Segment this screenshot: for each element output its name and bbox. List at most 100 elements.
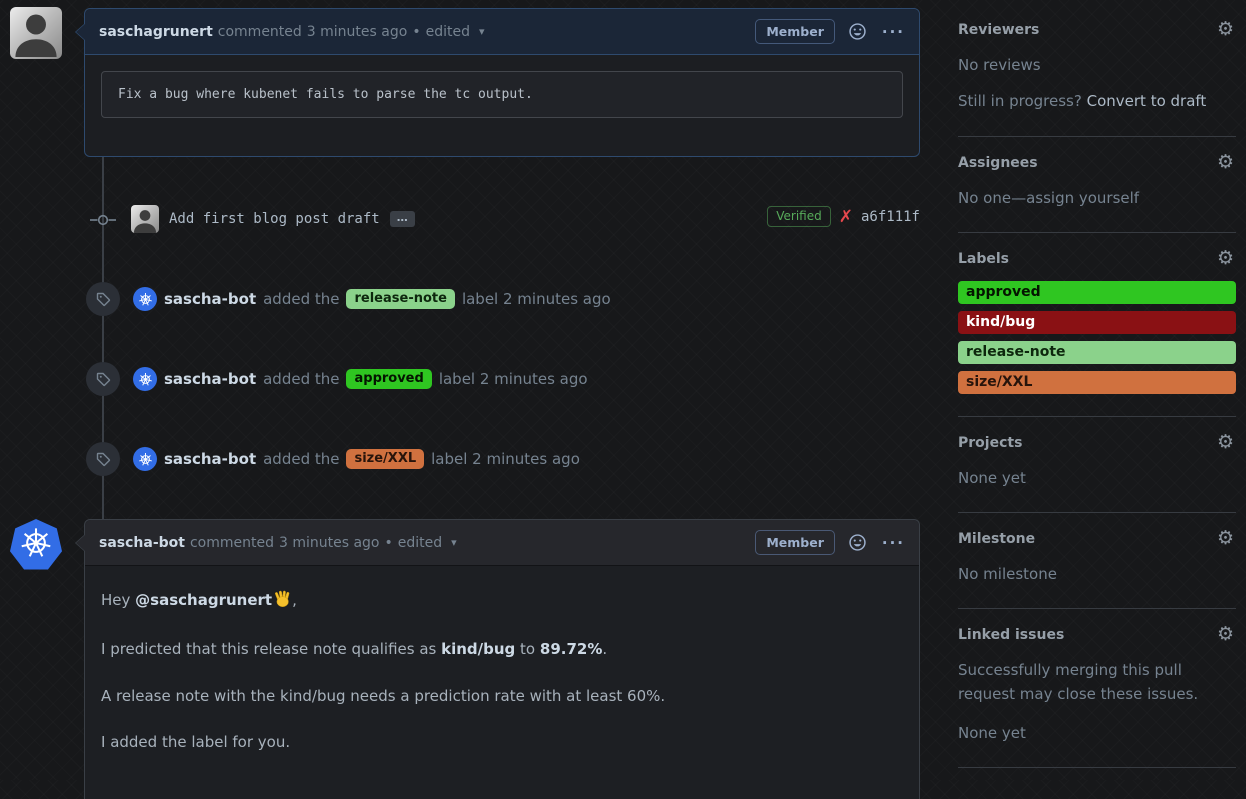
prediction-paragraph: I predicted that this release note quali… bbox=[101, 639, 903, 659]
comment-body: Fix a bug where kubenet fails to parse t… bbox=[85, 55, 919, 134]
labels-title: Labels bbox=[958, 251, 1236, 267]
label-chip-kind-bug[interactable]: kind/bug bbox=[958, 311, 1236, 334]
commit-status-group: Verified ✗ a6f111f bbox=[767, 206, 920, 227]
event-actor-link[interactable]: sascha-bot bbox=[164, 370, 256, 388]
status-failed-x-icon[interactable]: ✗ bbox=[839, 207, 853, 227]
tag-icon bbox=[86, 362, 120, 396]
bot-avatar[interactable] bbox=[133, 447, 157, 471]
convert-to-draft-link[interactable]: Convert to draft bbox=[1087, 92, 1207, 110]
commit-event: Add first blog post draft … Verified ✗ a… bbox=[0, 202, 920, 236]
emoji-reaction-button[interactable] bbox=[849, 534, 866, 551]
pull-request-page: { "icons": { "gear": "⚙", "kebab": "···"… bbox=[0, 0, 1246, 780]
text: I predicted that this release note quali… bbox=[101, 640, 441, 658]
comment-author-link[interactable]: sascha-bot bbox=[99, 535, 185, 551]
text: , bbox=[292, 591, 297, 609]
event-text: added the bbox=[263, 370, 339, 388]
labels-section: Labels ⚙ approved kind/bug release-note … bbox=[958, 233, 1236, 417]
label-event: sascha-bot added the size/XXL label 2 mi… bbox=[0, 441, 920, 477]
commit-sha-link[interactable]: a6f111f bbox=[861, 209, 920, 225]
verified-badge[interactable]: Verified bbox=[767, 206, 831, 227]
commit-author-avatar[interactable] bbox=[131, 205, 159, 233]
draft-hint: Still in progress? Convert to draft bbox=[958, 90, 1236, 113]
bot-comment: sascha-bot commented 3 minutes ago • edi… bbox=[84, 519, 920, 799]
reviewers-title: Reviewers bbox=[958, 22, 1236, 38]
git-commit-icon bbox=[90, 212, 116, 231]
text: Still in progress? bbox=[958, 92, 1087, 110]
kebab-menu-icon[interactable]: ··· bbox=[882, 23, 905, 41]
commit-main: Add first blog post draft … bbox=[131, 205, 415, 233]
comment-timestamp[interactable]: 3 minutes ago bbox=[307, 24, 408, 40]
assignees-title: Assignees bbox=[958, 155, 1236, 171]
event-text: added the bbox=[263, 290, 339, 308]
kubernetes-wheel-icon bbox=[19, 526, 53, 564]
label-badge[interactable]: size/XXL bbox=[346, 449, 424, 469]
event-actor-link[interactable]: sascha-bot bbox=[164, 290, 256, 308]
no-reviews-text: No reviews bbox=[958, 54, 1236, 77]
gear-icon[interactable]: ⚙ bbox=[1217, 527, 1234, 549]
member-badge: Member bbox=[755, 530, 835, 555]
milestone-empty-text: No milestone bbox=[958, 563, 1236, 586]
member-badge: Member bbox=[755, 19, 835, 44]
threshold-paragraph: A release note with the kind/bug needs a… bbox=[101, 686, 903, 706]
bot-avatar[interactable] bbox=[133, 287, 157, 311]
event-text: label 2 minutes ago bbox=[431, 450, 580, 468]
label-badge[interactable]: approved bbox=[346, 369, 431, 389]
bot-author-avatar[interactable] bbox=[10, 519, 62, 571]
text: Hey bbox=[101, 591, 135, 609]
event-line: sascha-bot added the release-note label … bbox=[133, 282, 611, 316]
commit-message-link[interactable]: Add first blog post draft bbox=[169, 211, 380, 227]
waving-hand-icon bbox=[274, 590, 292, 613]
assignees-empty-text[interactable]: No one—assign yourself bbox=[958, 187, 1236, 210]
label-chip-release-note[interactable]: release-note bbox=[958, 341, 1236, 364]
projects-section: Projects ⚙ None yet bbox=[958, 417, 1236, 513]
greeting-paragraph: Hey @saschagrunert, bbox=[101, 590, 903, 613]
chevron-down-icon[interactable]: ▾ bbox=[479, 25, 485, 38]
chevron-down-icon[interactable]: ▾ bbox=[451, 536, 457, 549]
sidebar: Reviewers ⚙ No reviews Still in progress… bbox=[958, 0, 1236, 768]
comment-timestamp[interactable]: 3 minutes ago bbox=[279, 535, 380, 551]
kebab-menu-icon[interactable]: ··· bbox=[882, 534, 905, 552]
comment-header: saschagrunert commented 3 minutes ago • … bbox=[85, 9, 919, 55]
event-line: sascha-bot added the approved label 2 mi… bbox=[133, 362, 588, 396]
comment-body: Hey @saschagrunert, I predicted that thi… bbox=[85, 566, 919, 752]
pr-description-comment: saschagrunert commented 3 minutes ago • … bbox=[84, 8, 920, 157]
dot-separator: • bbox=[385, 535, 393, 551]
code-block: Fix a bug where kubenet fails to parse t… bbox=[101, 71, 903, 118]
gear-icon[interactable]: ⚙ bbox=[1217, 151, 1234, 173]
tag-icon bbox=[86, 282, 120, 316]
mention-link[interactable]: @saschagrunert bbox=[135, 591, 272, 609]
projects-title: Projects bbox=[958, 435, 1236, 451]
comment-header: sascha-bot commented 3 minutes ago • edi… bbox=[85, 520, 919, 566]
event-text: label 2 minutes ago bbox=[439, 370, 588, 388]
milestone-section: Milestone ⚙ No milestone bbox=[958, 513, 1236, 609]
labels-list: approved kind/bug release-note size/XXL bbox=[958, 281, 1236, 394]
linked-issues-section: Linked issues ⚙ Successfully merging thi… bbox=[958, 609, 1236, 768]
emoji-reaction-button[interactable] bbox=[849, 23, 866, 40]
label-chip-size-xxl[interactable]: size/XXL bbox=[958, 371, 1236, 394]
label-badge[interactable]: release-note bbox=[346, 289, 454, 309]
comment-action: commented bbox=[218, 24, 302, 40]
label-event: sascha-bot added the approved label 2 mi… bbox=[0, 361, 920, 397]
linked-issues-description: Successfully merging this pull request m… bbox=[958, 659, 1236, 706]
gear-icon[interactable]: ⚙ bbox=[1217, 623, 1234, 645]
edited-label[interactable]: edited bbox=[426, 24, 470, 40]
comment-action: commented bbox=[190, 535, 274, 551]
milestone-title: Milestone bbox=[958, 531, 1236, 547]
text: to bbox=[515, 640, 540, 658]
gear-icon[interactable]: ⚙ bbox=[1217, 18, 1234, 40]
label-chip-approved[interactable]: approved bbox=[958, 281, 1236, 304]
added-label-paragraph: I added the label for you. bbox=[101, 732, 903, 752]
edited-label[interactable]: edited bbox=[398, 535, 442, 551]
gear-icon[interactable]: ⚙ bbox=[1217, 247, 1234, 269]
linked-issues-title: Linked issues bbox=[958, 627, 1236, 643]
event-actor-link[interactable]: sascha-bot bbox=[164, 450, 256, 468]
author-avatar[interactable] bbox=[10, 7, 62, 59]
comment-author-link[interactable]: saschagrunert bbox=[99, 24, 213, 40]
gear-icon[interactable]: ⚙ bbox=[1217, 431, 1234, 453]
event-line: sascha-bot added the size/XXL label 2 mi… bbox=[133, 442, 580, 476]
commit-expander-button[interactable]: … bbox=[390, 211, 415, 227]
kind-bug-bold: kind/bug bbox=[441, 640, 515, 658]
reviewers-section: Reviewers ⚙ No reviews Still in progress… bbox=[958, 0, 1236, 137]
text: . bbox=[602, 640, 607, 658]
bot-avatar[interactable] bbox=[133, 367, 157, 391]
